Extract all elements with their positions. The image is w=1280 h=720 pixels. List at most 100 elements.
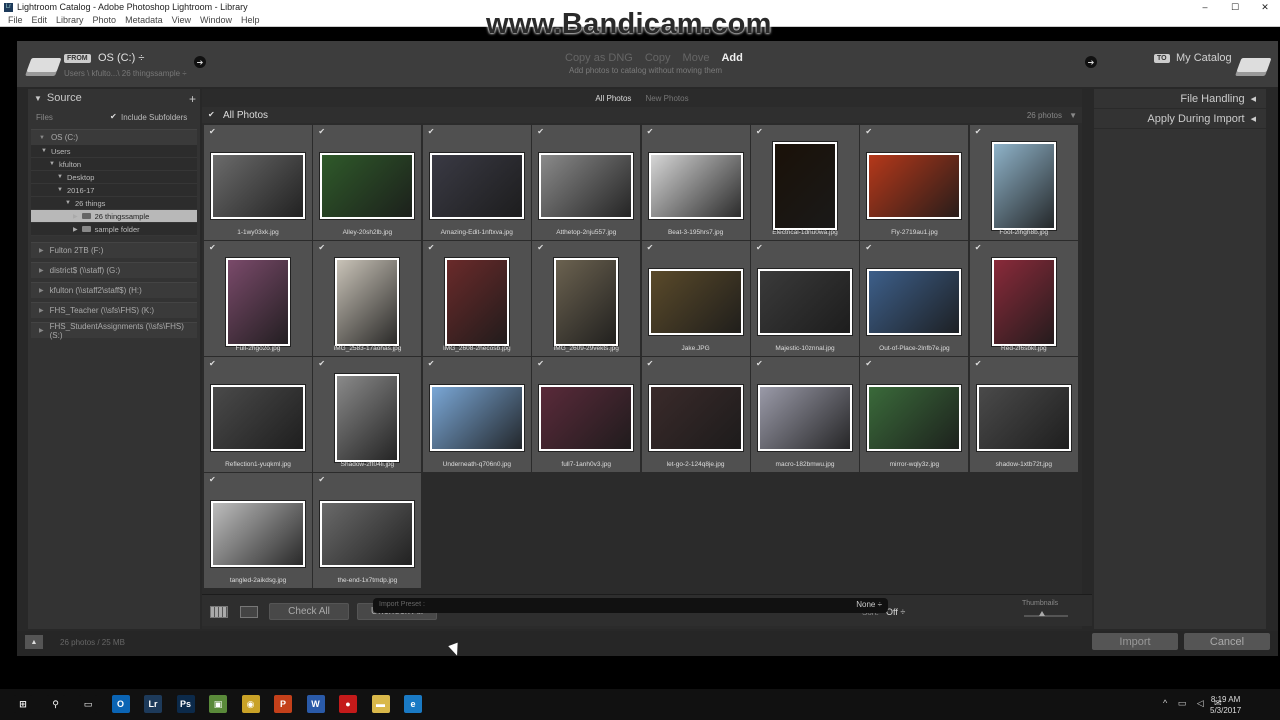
- checkmark-icon[interactable]: ✔: [428, 244, 436, 252]
- photo-cell[interactable]: ✔ shadow-1xtb72t.jpg: [969, 357, 1078, 472]
- folder-tree-node[interactable]: ▼ 2016-17: [31, 184, 197, 197]
- sort-dropdown[interactable]: Off ÷: [886, 607, 905, 617]
- photo-cell[interactable]: ✔ Shadow-2ft04li.jpg: [313, 357, 422, 472]
- expanded-triangle-icon[interactable]: ▼: [57, 174, 63, 180]
- volume-item[interactable]: ▶ FHS_Teacher (\\sfs\FHS) (K:): [31, 302, 197, 318]
- outlook-icon[interactable]: O: [111, 695, 130, 713]
- add-source-icon[interactable]: +: [189, 92, 196, 106]
- photo-cell[interactable]: ✔ Underneath-q706n0.jpg: [422, 357, 531, 472]
- photo-cell[interactable]: ✔ mirror-wqly3z.jpg: [860, 357, 969, 472]
- photo-cell[interactable]: ✔ 1-1wy03xk.jpg: [204, 125, 312, 240]
- file-handling-section[interactable]: File Handling ◀: [1094, 89, 1266, 109]
- photo-cell[interactable]: ✔ IMG_2609-29vekts.jpg: [532, 241, 641, 356]
- expand-up-icon[interactable]: ▲: [25, 635, 43, 649]
- photo-cell[interactable]: ✔ IMG_2583-17aohas.jpg: [313, 241, 422, 356]
- taskbar-clock[interactable]: 8:19 AM 5/3/2017: [1210, 694, 1241, 716]
- apply-during-import-section[interactable]: Apply During Import ◀: [1094, 109, 1266, 129]
- photo-cell[interactable]: ✔ let-go-2-124q8je.jpg: [641, 357, 750, 472]
- checkmark-icon[interactable]: ✔: [537, 128, 545, 136]
- menu-item-library[interactable]: Library: [56, 15, 84, 25]
- powerpoint-icon[interactable]: P: [274, 695, 292, 713]
- maximize-button[interactable]: ☐: [1220, 0, 1250, 14]
- file-explorer-icon[interactable]: ▬: [371, 695, 390, 713]
- checkmark-icon[interactable]: ✔: [209, 244, 217, 252]
- photo-cell[interactable]: ✔ Alley-20sh2lb.jpg: [313, 125, 422, 240]
- checkmark-icon[interactable]: ✔: [975, 128, 983, 136]
- expanded-triangle-icon[interactable]: ▼: [41, 148, 47, 154]
- expanded-triangle-icon[interactable]: ▼: [57, 187, 63, 193]
- app-green-icon[interactable]: ▣: [209, 695, 227, 713]
- checkmark-icon[interactable]: ✔: [209, 476, 217, 484]
- tab-all-photos[interactable]: All Photos: [595, 94, 631, 103]
- collapsed-triangle-icon[interactable]: ▶: [73, 213, 78, 220]
- edge-icon[interactable]: e: [404, 695, 422, 713]
- mode-tab-add[interactable]: Add: [721, 52, 742, 64]
- checkmark-icon[interactable]: ✔: [209, 360, 217, 368]
- from-source-selector[interactable]: OS (C:) ÷: [98, 52, 144, 64]
- photo-cell[interactable]: ✔ the-end-1x7tmdp.jpg: [313, 473, 422, 588]
- include-subfolders-checkbox[interactable]: ✔ Include Subfolders: [110, 113, 187, 122]
- photo-cell[interactable]: ✔ Out-of-Place-2lnfb7e.jpg: [860, 241, 969, 356]
- checkmark-icon[interactable]: ✔: [756, 128, 764, 136]
- photo-cell[interactable]: ✔ Reflection1-yuqkml.jpg: [204, 357, 312, 472]
- checkmark-icon[interactable]: ✔: [428, 360, 436, 368]
- tab-new-photos[interactable]: New Photos: [645, 94, 688, 103]
- volume-item[interactable]: ▶ FHS_StudentAssignments (\\sfs\FHS) (S:): [31, 322, 197, 340]
- search-icon[interactable]: ⚲: [46, 695, 65, 713]
- photo-cell[interactable]: ✔ Electrical-1dnu0wa.jpg: [751, 125, 859, 240]
- from-path-selector[interactable]: Users \ kfulto...\ 26 thingssample ÷: [64, 69, 187, 78]
- collapsed-triangle-icon[interactable]: ▶: [73, 226, 78, 233]
- photo-cell[interactable]: ✔ macro-182bmwu.jpg: [751, 357, 859, 472]
- folder-tree-node[interactable]: ▼ Desktop: [31, 171, 197, 184]
- photoshop-icon[interactable]: Ps: [176, 695, 195, 713]
- checkmark-icon[interactable]: ✔: [537, 244, 545, 252]
- checkmark-icon[interactable]: ✔: [209, 128, 217, 136]
- volume-os[interactable]: ▼ OS (C:): [31, 129, 197, 145]
- checkmark-icon[interactable]: ✔: [647, 244, 655, 252]
- volume-item[interactable]: ▶ district$ (\\staff) (G:): [31, 262, 197, 278]
- checkmark-icon[interactable]: ✔: [208, 111, 216, 119]
- folder-tree-node[interactable]: ▶ 26 thingssample: [31, 210, 197, 223]
- folder-tree-node[interactable]: ▼ Users: [31, 145, 197, 158]
- menu-item-edit[interactable]: Edit: [32, 15, 48, 25]
- dropdown-triangle-icon[interactable]: ▼: [1069, 111, 1077, 120]
- checkmark-icon[interactable]: ✔: [318, 476, 326, 484]
- photo-cell[interactable]: ✔ full7-1anh0v3.jpg: [532, 357, 641, 472]
- mode-tab-move[interactable]: Move: [683, 52, 710, 64]
- photo-cell[interactable]: ✔ Majestic-10znnal.jpg: [751, 241, 859, 356]
- checkmark-icon[interactable]: ✔: [647, 128, 655, 136]
- menu-item-window[interactable]: Window: [200, 15, 232, 25]
- menu-item-file[interactable]: File: [8, 15, 23, 25]
- source-panel-header[interactable]: ▼ Source +: [28, 89, 200, 107]
- checkmark-icon[interactable]: ✔: [318, 244, 326, 252]
- checkmark-icon[interactable]: ✔: [756, 244, 764, 252]
- checkmark-icon[interactable]: ✔: [318, 128, 326, 136]
- thumbnail-size-slider[interactable]: [1024, 615, 1068, 617]
- volume-item[interactable]: ▶ kfulton (\\staff2\staff$) (H:): [31, 282, 197, 298]
- expanded-triangle-icon[interactable]: ▼: [49, 161, 55, 167]
- mode-tab-copy[interactable]: Copy: [645, 52, 671, 64]
- mode-tab-copy-as-dng[interactable]: Copy as DNG: [565, 52, 633, 64]
- photo-cell[interactable]: ✔ Amazing-Edit-1nftxva.jpg: [422, 125, 531, 240]
- checkmark-icon[interactable]: ✔: [428, 128, 436, 136]
- photo-cell[interactable]: ✔ tangled-2aikdsg.jpg: [204, 473, 312, 588]
- menu-item-help[interactable]: Help: [241, 15, 260, 25]
- photo-cell[interactable]: ✔ Atthetop-2nju557.jpg: [532, 125, 641, 240]
- windows-start-icon[interactable]: ⊞: [14, 695, 32, 713]
- photo-cell[interactable]: ✔ Beat-3-195hrs7.jpg: [641, 125, 750, 240]
- photo-cell[interactable]: ✔ Full-2hgo2o.jpg: [204, 241, 312, 356]
- checkmark-icon[interactable]: ✔: [318, 360, 326, 368]
- slider-knob-icon[interactable]: [1038, 611, 1045, 616]
- import-preset-dropdown[interactable]: None ÷: [856, 600, 882, 609]
- cancel-button[interactable]: Cancel: [1184, 633, 1270, 650]
- folder-tree-node[interactable]: ▼ kfulton: [31, 158, 197, 171]
- menu-item-photo[interactable]: Photo: [93, 15, 117, 25]
- task-view-icon[interactable]: ▭: [79, 695, 97, 713]
- loupe-view-icon[interactable]: [240, 606, 258, 618]
- photo-cell[interactable]: ✔ Foot-2lhgh8b.jpg: [969, 125, 1078, 240]
- checkmark-icon[interactable]: ✔: [865, 128, 873, 136]
- checkmark-icon[interactable]: ✔: [865, 360, 873, 368]
- checkmark-icon[interactable]: ✔: [865, 244, 873, 252]
- checkmark-icon[interactable]: ✔: [756, 360, 764, 368]
- expanded-triangle-icon[interactable]: ▼: [65, 200, 71, 206]
